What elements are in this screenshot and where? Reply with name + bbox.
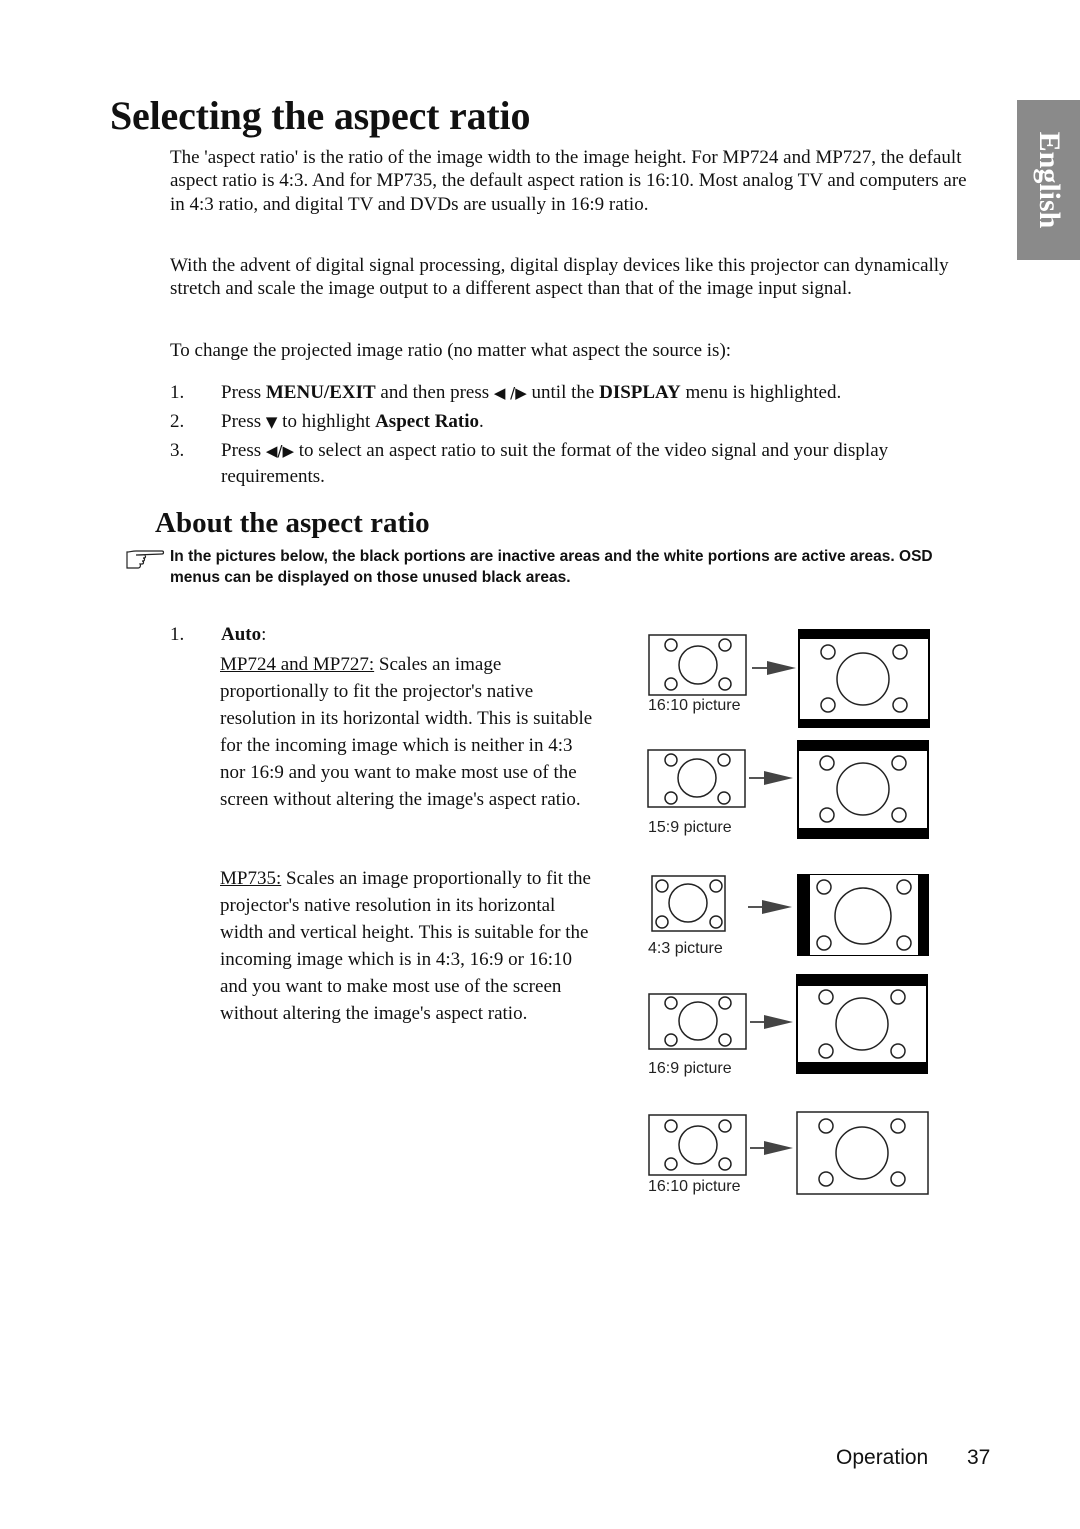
- aspect-diagram-4-3: 4:3 picture: [640, 870, 940, 970]
- page-number: 37: [967, 1446, 991, 1469]
- step-number: 3.: [170, 440, 185, 461]
- description-text: Scales an image proportionally to fit th…: [220, 654, 593, 810]
- option-label: Auto:: [221, 623, 266, 647]
- language-tab-label: English: [1032, 131, 1066, 229]
- left-right-arrow-icon: ◀/▶: [265, 442, 294, 460]
- intro-paragraph-1: The 'aspect ratio' is the ratio of the i…: [170, 147, 967, 215]
- step-text: to highlight: [277, 411, 376, 432]
- note-text: In the pictures below, the black portion…: [170, 548, 933, 586]
- aspect-diagram-16-10: 16:10 picture: [640, 626, 940, 736]
- step-text: Press: [221, 382, 266, 403]
- auto-label: Auto: [221, 624, 262, 645]
- step-text: Press: [221, 440, 266, 461]
- auto-desc-mp735: MP735: Scales an image proportionally to…: [220, 865, 600, 1027]
- step-item: 3. Press ◀/▶ to select an aspect ratio t…: [170, 438, 970, 490]
- language-tab: English: [1017, 100, 1080, 260]
- step-item: 1. Press MENU/EXIT and then press ◀ /▶ u…: [170, 380, 970, 406]
- model-names: MP735:: [220, 868, 282, 889]
- step-text: until the: [526, 382, 600, 403]
- diagram-caption: 4:3 picture: [648, 940, 723, 957]
- step-text: and then press: [375, 382, 494, 403]
- page-title: Selecting the aspect ratio: [110, 93, 531, 138]
- intro-paragraph-3: To change the projected image ratio (no …: [170, 340, 732, 361]
- diagram-caption: 16:10 picture: [648, 1178, 741, 1195]
- left-right-arrow-icon: ◀ /▶: [493, 384, 527, 402]
- aspect-ratio-item-name: Aspect Ratio: [375, 411, 480, 432]
- model-names: MP724 and MP727:: [220, 654, 375, 675]
- footer-section: Operation: [836, 1446, 929, 1469]
- step-text: to select an aspect ratio to suit the fo…: [221, 440, 889, 487]
- step-text: menu is highlighted.: [680, 382, 842, 403]
- steps-list: 1. Press MENU/EXIT and then press ◀ /▶ u…: [170, 380, 970, 493]
- diagram-caption: 16:9 picture: [648, 1060, 732, 1077]
- step-item: 2. Press ▼ to highlight Aspect Ratio.: [170, 409, 970, 435]
- diagram-caption: 15:9 picture: [648, 819, 732, 836]
- step-text: Press: [221, 411, 266, 432]
- pointing-hand-icon: [124, 546, 165, 572]
- aspect-diagram-15-9: 15:9 picture: [640, 738, 940, 848]
- diagram-graphic: [648, 629, 930, 728]
- menu-exit-key: MENU/EXIT: [265, 382, 376, 403]
- aspect-diagram-16-9: 16:9 picture: [640, 972, 940, 1082]
- step-number: 2.: [170, 411, 185, 432]
- section-subtitle: About the aspect ratio: [155, 507, 430, 539]
- description-text: Scales an image proportionally to fit th…: [220, 868, 591, 1024]
- down-arrow-icon: ▼: [265, 413, 278, 431]
- colon: :: [261, 624, 267, 645]
- step-text: .: [479, 411, 484, 432]
- intro-paragraph-2: With the advent of digital signal proces…: [170, 255, 949, 300]
- option-number: 1.: [170, 624, 185, 645]
- step-number: 1.: [170, 382, 185, 403]
- aspect-diagram-16-10-full: 16:10 picture: [640, 1106, 940, 1206]
- display-menu-name: DISPLAY: [599, 382, 681, 403]
- diagram-caption: 16:10 picture: [648, 697, 741, 714]
- auto-desc-mp724-mp727: MP724 and MP727: Scales an image proport…: [220, 651, 600, 813]
